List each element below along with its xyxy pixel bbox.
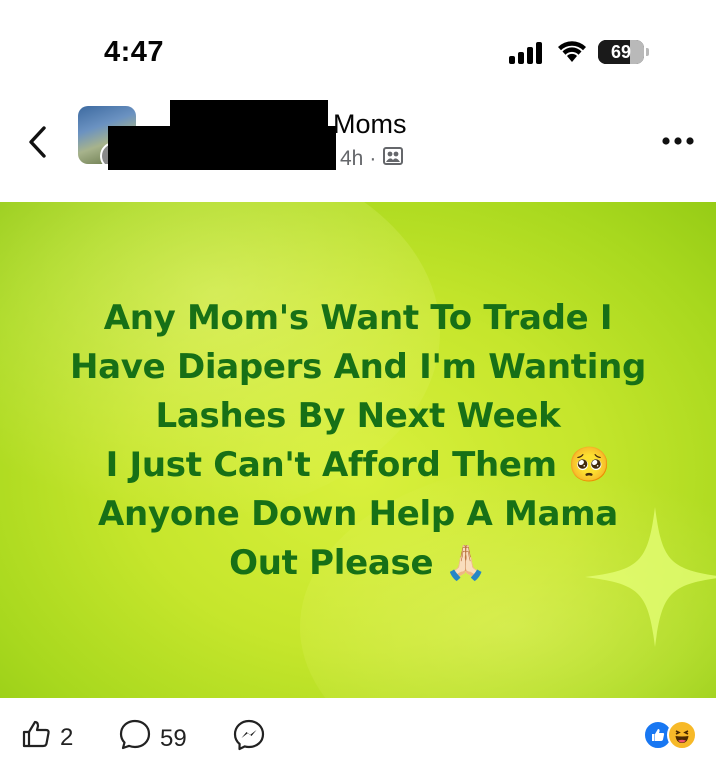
wifi-icon — [556, 38, 588, 69]
post-text-line: Any Mom's Want To Trade I — [103, 298, 613, 338]
group-name[interactable]: Moms — [333, 109, 407, 140]
post-text: Any Mom's Want To Trade I Have Diapers A… — [0, 294, 716, 588]
post-text-line: Anyone Down Help A Mama — [98, 494, 618, 534]
messenger-icon — [232, 718, 266, 759]
post-background-banner[interactable]: Any Mom's Want To Trade I Have Diapers A… — [0, 202, 716, 698]
chevron-left-icon[interactable] — [24, 122, 52, 162]
comment-icon — [118, 718, 152, 759]
meta-separator: · — [369, 147, 377, 170]
battery-icon: 69 — [598, 40, 649, 64]
post-meta: 4h · — [340, 145, 404, 173]
action-bar: 2 59 — [0, 698, 716, 770]
post-text-line: I Just Can't Afford Them 🥺 — [105, 445, 611, 485]
like-count: 2 — [60, 723, 74, 751]
thumbs-up-icon — [20, 718, 52, 757]
post-age[interactable]: 4h — [340, 147, 363, 171]
post-text-line: Have Diapers And I'm Wanting — [69, 347, 647, 387]
comment-count: 59 — [160, 724, 187, 752]
like-button[interactable]: 2 — [20, 718, 73, 757]
comment-button[interactable]: 59 — [118, 718, 187, 759]
haha-reaction-icon — [667, 720, 697, 750]
status-time: 4:47 — [104, 36, 165, 68]
battery-level: 69 — [610, 42, 632, 62]
post-text-line: Lashes By Next Week — [155, 396, 561, 436]
signal-icon — [509, 40, 545, 64]
reaction-summary[interactable] — [643, 720, 699, 750]
more-icon[interactable] — [661, 132, 695, 146]
redaction-bar — [108, 126, 336, 170]
post-header: Moms 4h · — [0, 100, 716, 200]
post-text-line: Out Please 🙏🏻 — [229, 543, 487, 583]
group-privacy-icon — [382, 145, 404, 173]
messenger-share-button[interactable] — [232, 718, 266, 759]
status-bar: 4:47 69 — [0, 0, 716, 100]
